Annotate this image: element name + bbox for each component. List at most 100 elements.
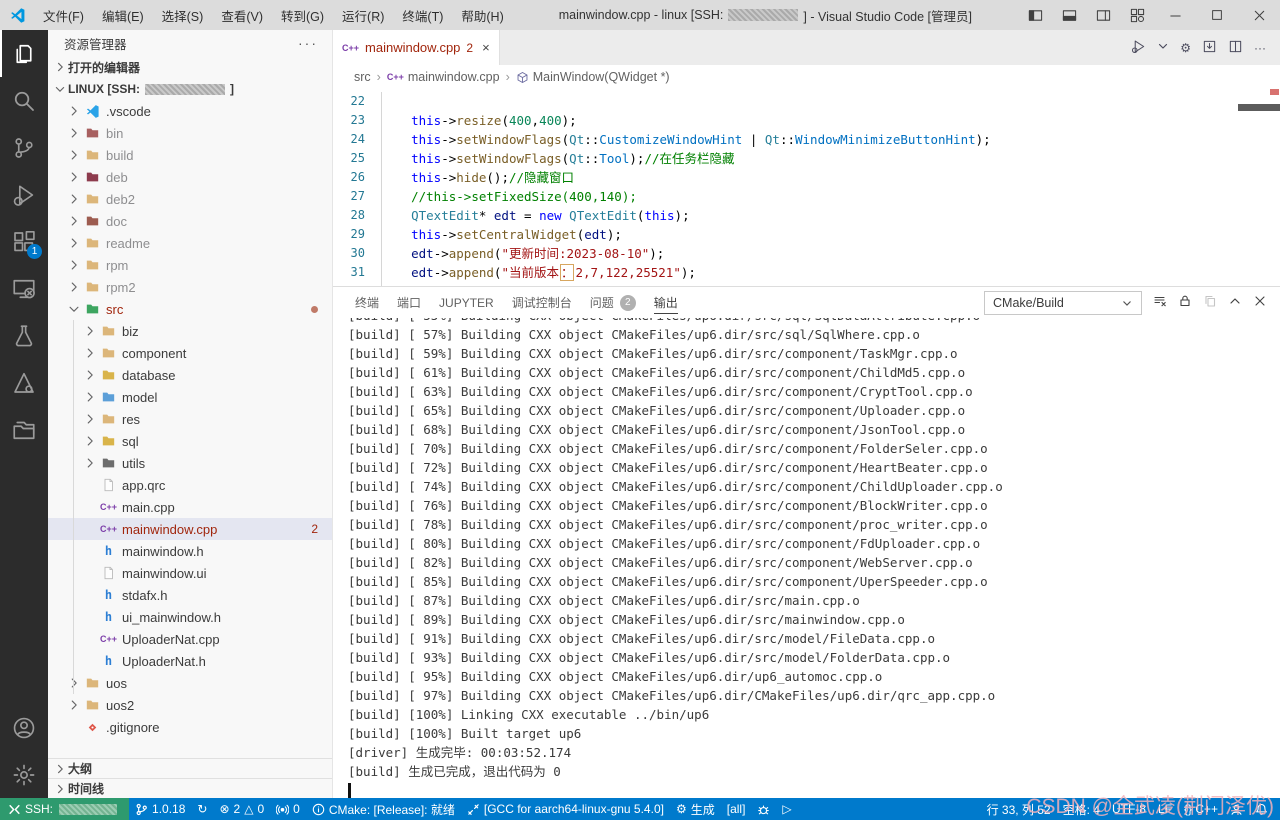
activity-manage[interactable] bbox=[0, 751, 48, 798]
tree-item-src[interactable]: src bbox=[48, 298, 332, 320]
activity-accounts[interactable] bbox=[0, 704, 48, 751]
breadcrumb-symbol[interactable]: MainWindow(QWidget *) bbox=[516, 70, 670, 84]
tree-item-biz[interactable]: biz bbox=[48, 320, 332, 342]
panel-tab-输出[interactable]: 输出 bbox=[645, 287, 687, 318]
status-eol[interactable]: LF bbox=[1152, 798, 1178, 820]
tree-item-sql[interactable]: sql bbox=[48, 430, 332, 452]
menu-g[interactable]: 转到(G) bbox=[272, 2, 333, 29]
breadcrumb-file[interactable]: C++ mainwindow.cpp bbox=[387, 70, 500, 84]
menu-h[interactable]: 帮助(H) bbox=[452, 2, 512, 29]
menu-t[interactable]: 终端(T) bbox=[393, 2, 452, 29]
menu-e[interactable]: 编辑(E) bbox=[93, 2, 153, 29]
activity-testing[interactable] bbox=[0, 312, 48, 359]
status-debug-target[interactable] bbox=[751, 798, 776, 820]
activity-explorer[interactable] bbox=[0, 30, 48, 77]
editor-scrollbar[interactable] bbox=[1238, 104, 1280, 111]
tree-item-bin[interactable]: bin bbox=[48, 122, 332, 144]
tree-item-ui-mainwindow-h[interactable]: hui_mainwindow.h bbox=[48, 606, 332, 628]
status-indentation[interactable]: 空格: 4 bbox=[1057, 798, 1106, 820]
tree-item-utils[interactable]: utils bbox=[48, 452, 332, 474]
tree-item-rpm[interactable]: rpm bbox=[48, 254, 332, 276]
status-git-branch[interactable]: 1.0.18 bbox=[129, 798, 191, 820]
status-launch-target[interactable]: ▷ bbox=[776, 798, 797, 820]
activity-extensions[interactable]: 1 bbox=[0, 218, 48, 265]
tree-item-rpm2[interactable]: rpm2 bbox=[48, 276, 332, 298]
status-encoding[interactable]: UTF-8 bbox=[1106, 798, 1152, 820]
panel-tab-终端[interactable]: 终端 bbox=[346, 287, 388, 318]
layout-customize-button[interactable] bbox=[1120, 0, 1154, 30]
layout-secondary-button[interactable] bbox=[1086, 0, 1120, 30]
output-console[interactable]: [build] [ 55%] Building CXX object CMake… bbox=[333, 318, 1280, 798]
close-icon[interactable]: × bbox=[482, 40, 490, 55]
tree-item--vscode[interactable]: .vscode bbox=[48, 100, 332, 122]
minimize-button[interactable] bbox=[1154, 0, 1196, 30]
close-win-button[interactable] bbox=[1238, 0, 1280, 30]
panel-tab-问题[interactable]: 问题2 bbox=[581, 287, 645, 318]
tree-item-deb2[interactable]: deb2 bbox=[48, 188, 332, 210]
tree-item-mainwindow-h[interactable]: hmainwindow.h bbox=[48, 540, 332, 562]
activity-run-and-debug[interactable] bbox=[0, 171, 48, 218]
status-language-mode[interactable]: {} C++ bbox=[1178, 798, 1224, 820]
more-button[interactable]: ··· bbox=[1254, 40, 1266, 55]
tree-item-stdafx-h[interactable]: hstdafx.h bbox=[48, 584, 332, 606]
panel-tab-JUPYTER[interactable]: JUPYTER bbox=[430, 287, 503, 318]
status-notifications[interactable] bbox=[1249, 798, 1274, 820]
tree-item-database[interactable]: database bbox=[48, 364, 332, 386]
tree-item-res[interactable]: res bbox=[48, 408, 332, 430]
timeline-section[interactable]: 时间线 bbox=[48, 778, 332, 798]
status-problems[interactable]: ⊗2△0 bbox=[213, 798, 270, 820]
code-editor[interactable]: 2223 this->resize(400,400);24 this->setW… bbox=[333, 89, 1280, 286]
status-ports[interactable]: 0 bbox=[270, 798, 306, 820]
menu-v[interactable]: 查看(V) bbox=[212, 2, 272, 29]
output-channel-select[interactable]: CMake/Build bbox=[984, 291, 1142, 315]
tree-item-mainwindow-ui[interactable]: mainwindow.ui bbox=[48, 562, 332, 584]
more-actions-icon[interactable]: ··· bbox=[298, 35, 318, 51]
tree-item-readme[interactable]: readme bbox=[48, 232, 332, 254]
clear-output-button[interactable] bbox=[1153, 294, 1167, 311]
tab-mainwindow-cpp[interactable]: C++ mainwindow.cpp 2 × bbox=[333, 30, 500, 65]
menu-f[interactable]: 文件(F) bbox=[34, 2, 93, 29]
status-remote-host[interactable]: SSH: bbox=[0, 798, 129, 820]
menu-r[interactable]: 运行(R) bbox=[333, 2, 393, 29]
lock-button[interactable] bbox=[1178, 294, 1192, 311]
tree-item-build[interactable]: build bbox=[48, 144, 332, 166]
status-sync[interactable]: ↻ bbox=[191, 798, 213, 820]
menu-s[interactable]: 选择(S) bbox=[153, 2, 213, 29]
status-cmake-kit[interactable]: [GCC for aarch64-linux-gnu 5.4.0] bbox=[461, 798, 670, 820]
close-button[interactable] bbox=[1253, 294, 1267, 311]
maximize-button[interactable] bbox=[1196, 0, 1238, 30]
tree-item-UploaderNat-cpp[interactable]: C++UploaderNat.cpp bbox=[48, 628, 332, 650]
chevron-up-button[interactable] bbox=[1228, 294, 1242, 311]
tree-item-app-qrc[interactable]: app.qrc bbox=[48, 474, 332, 496]
chevron-down-button[interactable] bbox=[1157, 40, 1169, 55]
activity-search[interactable] bbox=[0, 77, 48, 124]
activity-project-manager[interactable] bbox=[0, 406, 48, 453]
activity-cmake[interactable] bbox=[0, 359, 48, 406]
layout-sidebar-button[interactable] bbox=[1018, 0, 1052, 30]
status-cursor-position[interactable]: 行 33, 列 52 bbox=[981, 798, 1057, 820]
activity-source-control[interactable] bbox=[0, 124, 48, 171]
split-editor-button[interactable] bbox=[1228, 39, 1243, 57]
layout-panel-button[interactable] bbox=[1052, 0, 1086, 30]
tree-item-uos2[interactable]: uos2 bbox=[48, 694, 332, 716]
gear-button[interactable]: ⚙ bbox=[1180, 40, 1191, 55]
tree-root[interactable]: LINUX [SSH:] bbox=[48, 78, 332, 100]
tree-item-model[interactable]: model bbox=[48, 386, 332, 408]
breadcrumb-src[interactable]: src bbox=[354, 70, 371, 84]
status-cmake-build[interactable]: ⚙生成 bbox=[670, 798, 721, 820]
tree-item-uos[interactable]: uos bbox=[48, 672, 332, 694]
tree-item-main-cpp[interactable]: C++main.cpp bbox=[48, 496, 332, 518]
tree-item-doc[interactable]: doc bbox=[48, 210, 332, 232]
open-editors-section[interactable]: 打开的编辑器 bbox=[48, 56, 332, 78]
run-debug-button[interactable] bbox=[1131, 39, 1146, 57]
panel-tab-端口[interactable]: 端口 bbox=[388, 287, 430, 318]
tree-item-mainwindow-cpp[interactable]: C++mainwindow.cpp2 bbox=[48, 518, 332, 540]
tree-item-UploaderNat-h[interactable]: hUploaderNat.h bbox=[48, 650, 332, 672]
outline-section[interactable]: 大纲 bbox=[48, 758, 332, 778]
tree-item-deb[interactable]: deb bbox=[48, 166, 332, 188]
deploy-button[interactable] bbox=[1202, 39, 1217, 57]
activity-remote-explorer[interactable] bbox=[0, 265, 48, 312]
tree-item-component[interactable]: component bbox=[48, 342, 332, 364]
status-cmake-target[interactable]: [all] bbox=[721, 798, 752, 820]
tree-item--gitignore[interactable]: .gitignore bbox=[48, 716, 332, 738]
